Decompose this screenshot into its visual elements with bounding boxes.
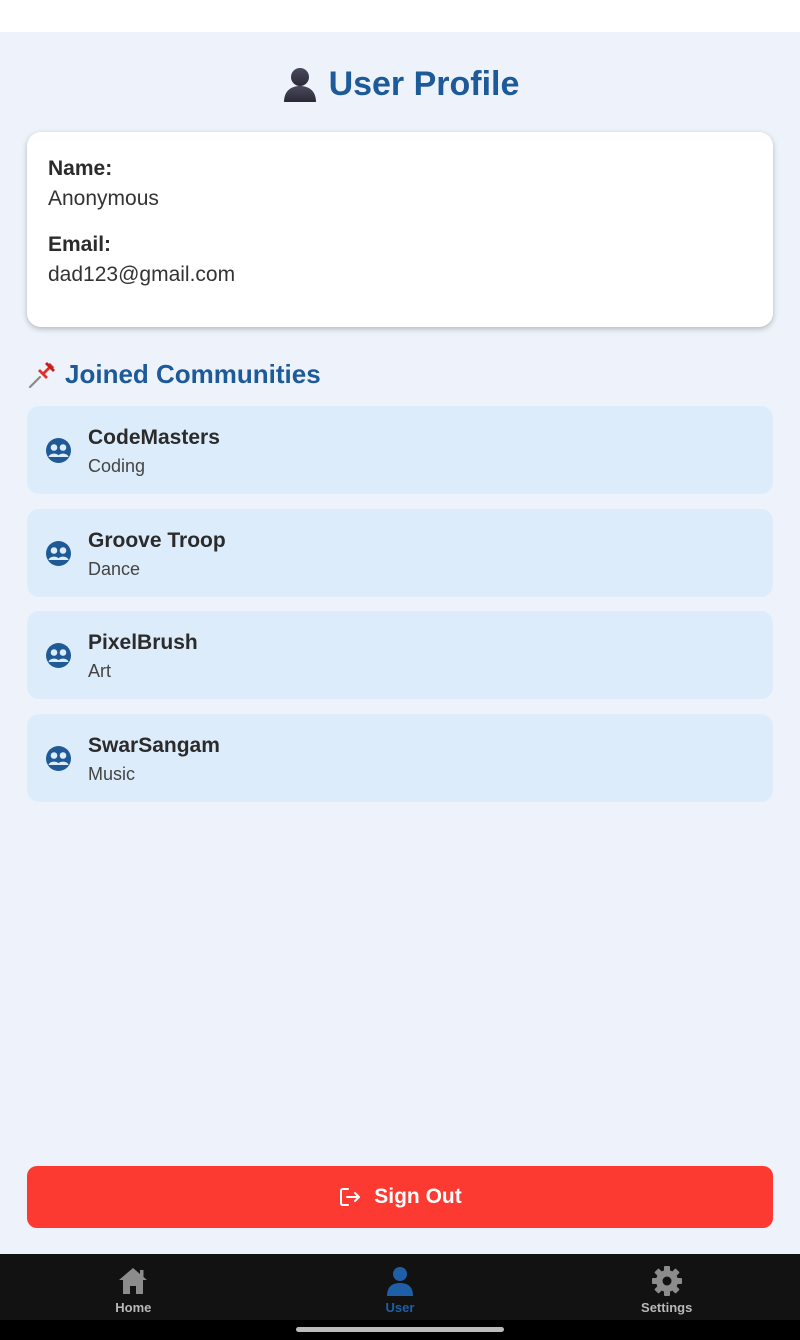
- nav-item-user[interactable]: User: [267, 1254, 534, 1320]
- bottom-navigation: Home User Settings: [0, 1254, 800, 1320]
- user-profile-screen: User Profile Name: Anonymous Email: dad1…: [0, 32, 800, 1254]
- sign-out-button[interactable]: Sign Out: [27, 1166, 773, 1228]
- community-name: CodeMasters: [88, 426, 220, 449]
- email-label: Email:: [48, 233, 112, 256]
- community-item-pixelbrush[interactable]: PixelBrush Art: [27, 611, 773, 699]
- pushpin-icon: [27, 358, 59, 390]
- community-name: SwarSangam: [88, 733, 220, 757]
- email-value: dad123@gmail.com: [48, 263, 236, 286]
- community-item-groove-troop[interactable]: Groove Troop Dance: [27, 508, 773, 597]
- status-bar: [0, 0, 800, 32]
- community-category: Coding: [88, 456, 146, 476]
- community-name: PixelBrush: [88, 631, 198, 654]
- group-icon: [45, 540, 72, 567]
- communities-title-text: Joined Communities: [65, 358, 321, 389]
- sign-out-label: Sign Out: [374, 1185, 462, 1208]
- gear-icon: [650, 1264, 684, 1298]
- group-icon: [45, 642, 72, 669]
- community-item-swarsangam[interactable]: SwarSangam Music: [27, 713, 773, 802]
- nav-label-user: User: [385, 1299, 415, 1315]
- page-title-text: User Profile: [328, 64, 520, 103]
- group-icon: [45, 437, 72, 464]
- community-list: CodeMasters Coding Groove Troop Dance Pi…: [27, 406, 773, 816]
- nav-item-home[interactable]: Home: [0, 1254, 267, 1320]
- name-label: Name:: [48, 157, 113, 180]
- community-item-codemasters[interactable]: CodeMasters Coding: [27, 406, 773, 494]
- communities-section-title: Joined Communities: [27, 354, 321, 394]
- sign-out-icon: [338, 1185, 362, 1209]
- nav-item-settings[interactable]: Settings: [533, 1254, 800, 1320]
- home-icon: [116, 1264, 150, 1298]
- group-icon: [45, 745, 72, 772]
- user-silhouette-icon: [281, 65, 319, 103]
- community-category: Dance: [88, 558, 141, 579]
- profile-card: Name: Anonymous Email: dad123@gmail.com: [27, 132, 773, 327]
- system-navigation-bar: [0, 1320, 800, 1340]
- home-indicator[interactable]: [296, 1327, 504, 1332]
- nav-label-settings: Settings: [641, 1299, 693, 1315]
- nav-label-home: Home: [115, 1299, 152, 1315]
- name-value: Anonymous: [48, 187, 159, 210]
- community-category: Music: [88, 763, 136, 784]
- user-icon: [383, 1264, 417, 1298]
- community-name: Groove Troop: [88, 528, 226, 552]
- community-category: Art: [88, 661, 112, 681]
- page-title: User Profile: [0, 60, 800, 108]
